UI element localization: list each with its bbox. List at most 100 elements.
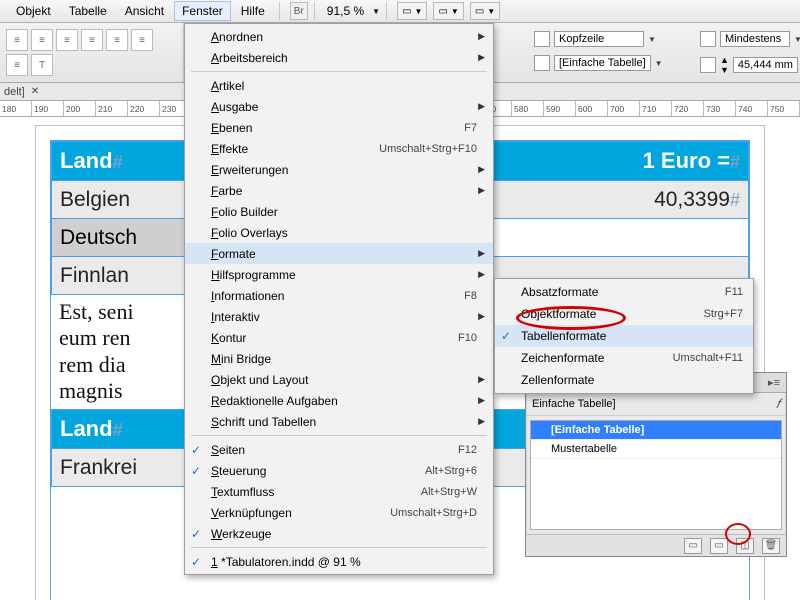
row-height-mode-value: Mindestens [720,31,790,47]
cell: Belgien [60,188,130,211]
submenu-item[interactable]: AbsatzformateF11 [495,281,753,303]
list-item[interactable]: Mustertabelle [531,440,781,459]
row-height-number: 45,444 mm [733,57,798,73]
align-middle-icon[interactable]: ≡ [131,29,153,51]
align-top-icon[interactable]: ≡ [106,29,128,51]
close-tab-icon[interactable]: ✕ [31,86,39,97]
align-bottom-icon[interactable]: ≡ [6,54,28,76]
menu-ansicht[interactable]: Ansicht [117,1,172,21]
list-item[interactable]: [Einfache Tabelle] [531,421,781,440]
menu-item[interactable]: Anordnen▶ [185,26,493,47]
align-center-icon[interactable]: ≡ [31,29,53,51]
current-style-label: Einfache Tabelle] [532,398,616,410]
arrange-dropdown[interactable]: ▭▼ [470,2,500,20]
menu-item[interactable]: KonturF10 [185,327,493,348]
ruler-tick: 220 [128,101,160,116]
row-height-value[interactable]: ▲▼ 45,444 mm [700,55,798,75]
menu-item[interactable]: ✓1 *Tabulatoren.indd @ 91 % [185,551,493,572]
cell: Frankrei [60,456,137,479]
menu-fenster[interactable]: Fenster [174,1,231,21]
header-style-value: Kopfzeile [554,31,644,47]
ruler-tick: 720 [672,101,704,116]
style-list[interactable]: [Einfache Tabelle] Mustertabelle [530,420,782,530]
th-euro: 1 Euro = [643,148,730,173]
ruler-tick: 590 [544,101,576,116]
menu-item[interactable]: Redaktionelle Aufgaben▶ [185,390,493,411]
ruler-tick: 700 [608,101,640,116]
panel-footer: ▭ ▭ ◫ 🗑 [526,534,786,556]
bridge-icon[interactable]: Br [290,2,308,20]
table-style-value: [Einfache Tabelle] [554,55,651,71]
menu-item[interactable]: TextumflussAlt+Strg+W [185,481,493,502]
menu-item[interactable]: Farbe▶ [185,180,493,201]
th-land: Land [60,416,113,441]
submenu-item[interactable]: ObjektformateStrg+F7 [495,303,753,325]
menu-hilfe[interactable]: Hilfe [233,1,273,21]
menu-item[interactable]: ✓Werkzeuge [185,523,493,544]
menu-item[interactable]: Artikel [185,75,493,96]
menu-item[interactable]: VerknüpfungenUmschalt+Strg+D [185,502,493,523]
row-height-mode[interactable]: Mindestens▼ [700,31,800,47]
submenu-item[interactable]: Zellenformate [495,369,753,391]
cell: Finnlan [60,264,129,287]
paragraph-controls: ≡ ≡ ≡ ≡ ≡ ≡ ≡ T [0,23,184,82]
table-styles-panel[interactable]: ◦ Tabell ◦ Tabellenformate Zellen ▸≡ Ein… [525,372,787,557]
align-left-icon[interactable]: ≡ [6,29,28,51]
ruler-tick: 730 [704,101,736,116]
ruler-tick: 580 [512,101,544,116]
submenu-item[interactable]: ✓Tabellenformate [495,325,753,347]
menu-item[interactable]: Arbeitsbereich▶ [185,47,493,68]
zoom-value[interactable]: 91,5 % [327,4,364,18]
ruler-tick: 740 [736,101,768,116]
menu-item[interactable]: Ausgabe▶ [185,96,493,117]
ruler-tick: 200 [64,101,96,116]
formate-submenu: AbsatzformateF11ObjektformateStrg+F7✓Tab… [494,278,754,394]
menu-item[interactable]: Schrift und Tabellen▶ [185,411,493,432]
ruler-tick: 600 [576,101,608,116]
menu-item[interactable]: Folio Overlays [185,222,493,243]
menu-item[interactable]: Hilfsprogramme▶ [185,264,493,285]
ruler-tick: 190 [32,101,64,116]
menu-item[interactable]: Mini Bridge [185,348,493,369]
menu-item[interactable]: ✓SteuerungAlt+Strg+6 [185,460,493,481]
menu-objekt[interactable]: Objekt [8,1,59,21]
panel-header: Einfache Tabelle] 𝑓 [526,393,786,416]
folder-icon[interactable]: ▭ [684,538,702,554]
table-icon [534,31,550,47]
rotate-icon[interactable]: T [31,54,53,76]
menu-item[interactable]: EffekteUmschalt+Strg+F10 [185,138,493,159]
separator [279,2,280,20]
clear-override-icon[interactable]: 𝑓 [776,396,780,412]
view-options-dropdown[interactable]: ▭▼ [433,2,463,20]
header-style-field[interactable]: Kopfzeile▼ [534,31,656,47]
table-style-field[interactable]: [Einfache Tabelle]▼ [534,55,663,71]
clear-icon[interactable]: ▭ [710,538,728,554]
cell: 40,3399 [654,188,730,211]
menubar: Objekt Tabelle Ansicht Fenster Hilfe Br … [0,0,800,23]
menu-item[interactable]: Interaktiv▶ [185,306,493,327]
menu-item[interactable]: Folio Builder [185,201,493,222]
trash-icon[interactable]: 🗑 [762,538,780,554]
ruler-tick: 750 [768,101,800,116]
ruler-tick: 710 [640,101,672,116]
ruler-tick: 210 [96,101,128,116]
submenu-item[interactable]: ZeichenformateUmschalt+F11 [495,347,753,369]
cell: Deutsch [60,226,137,249]
screen-mode-dropdown[interactable]: ▭▼ [397,2,427,20]
panel-menu-icon[interactable]: ▸≡ [762,373,786,392]
new-style-icon[interactable]: ◫ [736,538,754,554]
document-tab-label: delt] [4,86,25,98]
menu-item[interactable]: InformationenF8 [185,285,493,306]
menu-item[interactable]: Objekt und Layout▶ [185,369,493,390]
menu-item[interactable]: ✓SeitenF12 [185,439,493,460]
align-right-icon[interactable]: ≡ [56,29,78,51]
justify-icon[interactable]: ≡ [81,29,103,51]
menu-tabelle[interactable]: Tabelle [61,1,115,21]
table-icon [534,55,550,71]
height-icon [700,57,716,73]
separator [314,2,315,20]
menu-item[interactable]: EbenenF7 [185,117,493,138]
menu-item[interactable]: Formate▶ [185,243,493,264]
menu-item[interactable]: Erweiterungen▶ [185,159,493,180]
height-icon [700,31,716,47]
